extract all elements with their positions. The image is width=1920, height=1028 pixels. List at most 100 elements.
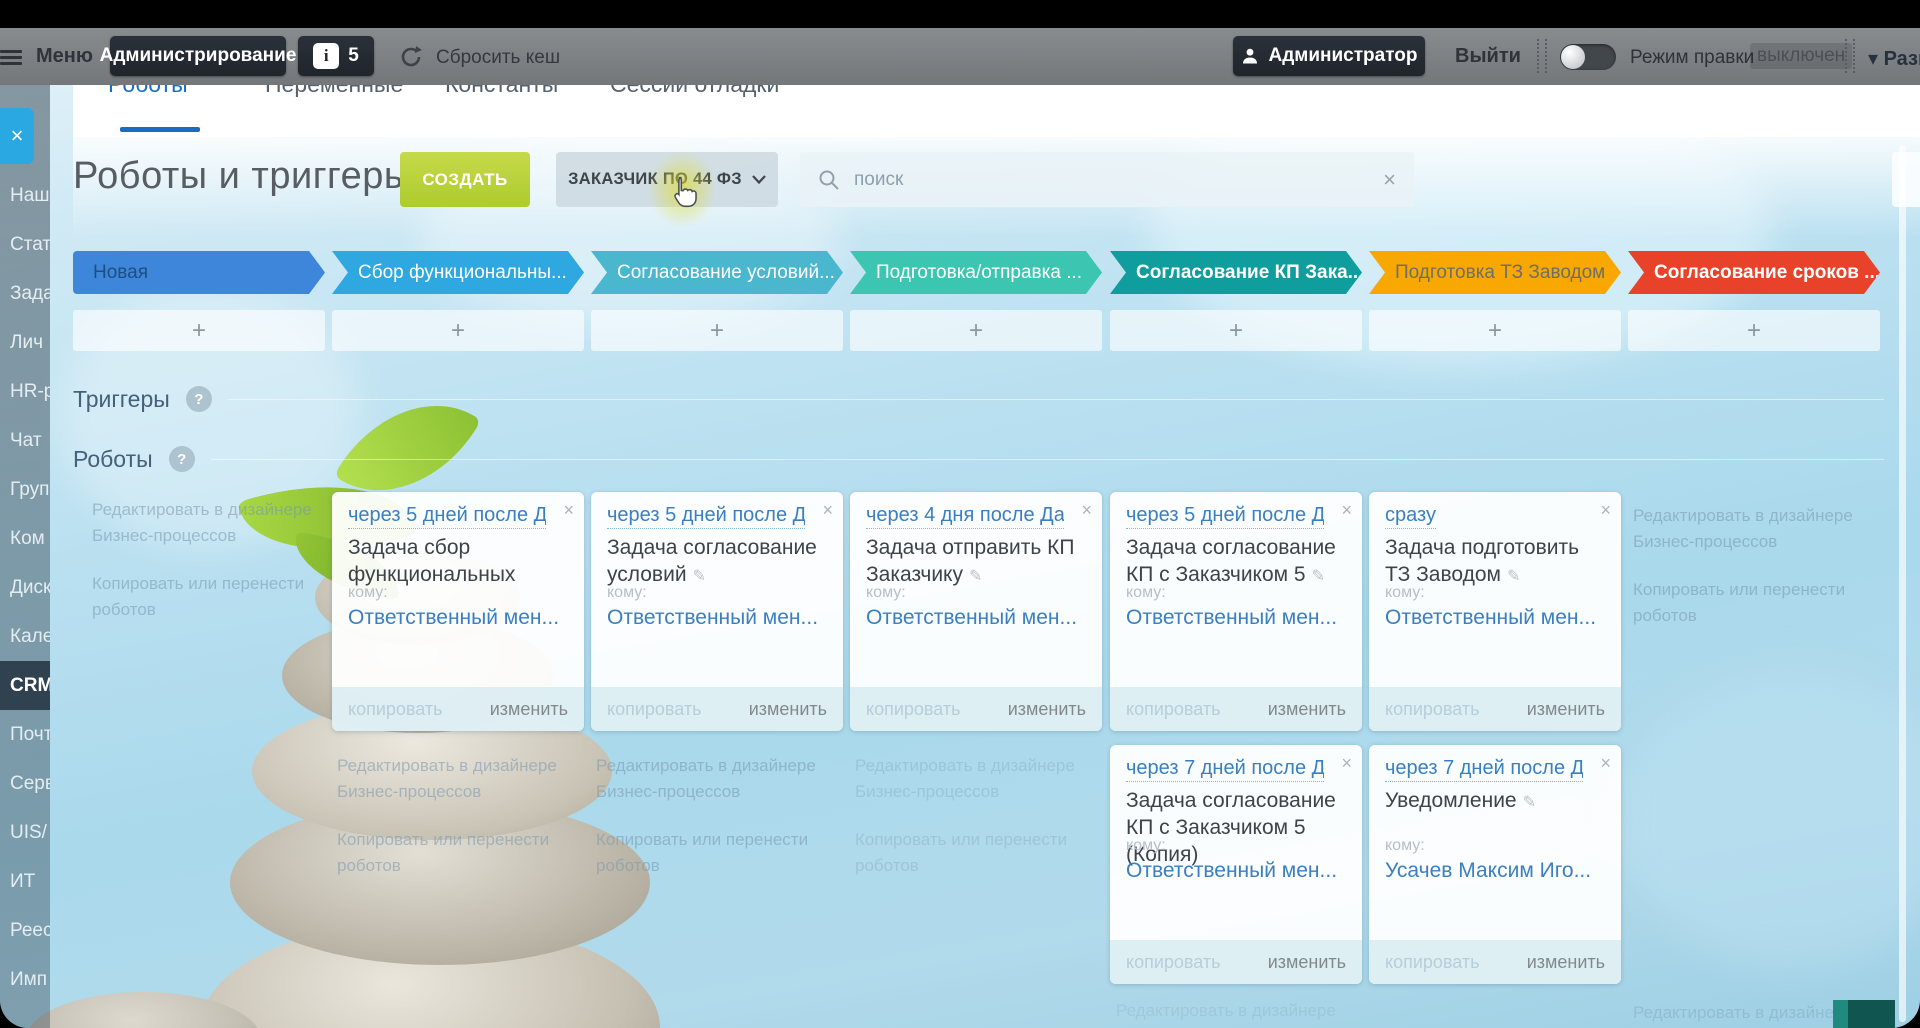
copy-move-robots-link[interactable]: роботов: [596, 853, 836, 879]
copy-move-robots-link[interactable]: роботов: [855, 853, 1095, 879]
edit-robot-button[interactable]: изменить: [1008, 699, 1086, 720]
robot-timing-link[interactable]: через 5 дней после Д...: [607, 504, 805, 529]
edit-robot-button[interactable]: изменить: [1527, 952, 1605, 973]
sidebar-item[interactable]: ИТ: [0, 857, 50, 906]
robot-timing-link[interactable]: через 4 дня после Дат...: [866, 504, 1064, 529]
assignee-link[interactable]: Ответственный мен...: [1126, 859, 1337, 883]
clear-search-icon[interactable]: ×: [1383, 167, 1396, 193]
sidebar-item[interactable]: Лич: [0, 318, 50, 367]
edit-in-designer-link[interactable]: Редактировать в дизайнере: [92, 497, 332, 523]
assignee-link[interactable]: Ответственный мен...: [348, 606, 559, 630]
stage-chip[interactable]: Новая: [73, 251, 325, 294]
add-robot-button[interactable]: +: [1369, 310, 1621, 351]
help-icon[interactable]: ?: [169, 446, 195, 472]
close-icon[interactable]: ×: [563, 500, 574, 521]
add-robot-button[interactable]: +: [1110, 310, 1362, 351]
help-icon[interactable]: ?: [186, 386, 212, 412]
menu-hamburger-icon[interactable]: [0, 50, 22, 64]
edit-mode-toggle[interactable]: [1560, 44, 1616, 70]
current-user-button[interactable]: Администратор: [1233, 36, 1425, 76]
close-icon[interactable]: ×: [1600, 500, 1611, 521]
sidebar-item[interactable]: Наш: [0, 171, 50, 220]
edit-robot-button[interactable]: изменить: [1268, 699, 1346, 720]
notifications-button[interactable]: i 5: [298, 36, 374, 76]
stage-chip[interactable]: Согласование условий...: [591, 251, 843, 294]
copy-robot-button[interactable]: копировать: [1385, 952, 1480, 973]
vertical-scrollbar[interactable]: [1899, 145, 1906, 1022]
sidebar-item-crm[interactable]: CRM: [0, 661, 50, 710]
edit-robot-button[interactable]: изменить: [1527, 699, 1605, 720]
copy-robot-button[interactable]: копировать: [607, 699, 702, 720]
close-icon[interactable]: ×: [1341, 753, 1352, 774]
robot-timing-link[interactable]: через 5 дней после Д...: [348, 504, 546, 529]
edit-in-designer-link[interactable]: Бизнес-процессов: [92, 523, 332, 549]
close-icon[interactable]: ×: [1341, 500, 1352, 521]
add-robot-button[interactable]: +: [1628, 310, 1880, 351]
edit-in-designer-link[interactable]: Бизнес-процессов: [337, 779, 577, 805]
stage-chip[interactable]: Согласование сроков ...: [1628, 251, 1880, 294]
sidebar-item[interactable]: HR-р: [0, 367, 50, 416]
administration-button[interactable]: Администрирование: [110, 36, 286, 76]
stage-chip[interactable]: Подготовка/отправка ...: [850, 251, 1102, 294]
stage-chip[interactable]: Сбор функциональны...: [332, 251, 584, 294]
reset-cache-button[interactable]: Сбросить кеш: [436, 47, 560, 69]
assignee-link[interactable]: Ответственный мен...: [1126, 606, 1337, 630]
stage-chip[interactable]: Подготовка ТЗ Заводом: [1369, 251, 1621, 294]
copy-robot-button[interactable]: копировать: [348, 699, 443, 720]
edit-pencil-icon[interactable]: ✎: [1507, 568, 1520, 585]
add-robot-button[interactable]: +: [591, 310, 843, 351]
robot-timing-link[interactable]: через 7 дней после Д...: [1126, 757, 1324, 782]
edit-in-designer-link[interactable]: Редактировать в дизайнере: [855, 753, 1095, 779]
sidebar-item[interactable]: Зада: [0, 269, 50, 318]
edit-pencil-icon[interactable]: ✎: [693, 568, 706, 585]
sidebar-item[interactable]: Стат: [0, 220, 50, 269]
robot-timing-link[interactable]: через 5 дней после Д...: [1126, 504, 1324, 529]
edit-robot-button[interactable]: изменить: [749, 699, 827, 720]
copy-robot-button[interactable]: копировать: [866, 699, 961, 720]
edit-in-designer-link[interactable]: Бизнес-процессов: [855, 779, 1095, 805]
robot-timing-link[interactable]: через 7 дней после Д...: [1385, 757, 1583, 782]
edit-robot-button[interactable]: изменить: [490, 699, 568, 720]
assignee-link[interactable]: Усачев Максим Иго...: [1385, 859, 1591, 883]
copy-move-robots-link[interactable]: Копировать или перенести: [92, 571, 332, 597]
copy-move-robots-link[interactable]: Копировать или перенести: [1633, 577, 1873, 603]
menu-button[interactable]: Меню: [36, 45, 93, 68]
copy-robot-button[interactable]: копировать: [1126, 952, 1221, 973]
sidebar-item[interactable]: Почт: [0, 710, 50, 759]
close-icon[interactable]: ×: [822, 500, 833, 521]
sidebar-item[interactable]: Серв: [0, 759, 50, 808]
edit-in-designer-link[interactable]: Бизнес-процессов: [1633, 529, 1873, 555]
edit-robot-button[interactable]: изменить: [1268, 952, 1346, 973]
add-robot-button[interactable]: +: [850, 310, 1102, 351]
sidebar-item[interactable]: Имп: [0, 955, 50, 1004]
sidebar-item[interactable]: Чат: [0, 416, 50, 465]
copy-move-robots-link[interactable]: роботов: [337, 853, 577, 879]
copy-robot-button[interactable]: копировать: [1126, 699, 1221, 720]
sidebar-close-button[interactable]: ×: [0, 108, 34, 164]
edit-pencil-icon[interactable]: ✎: [1523, 794, 1536, 811]
stage-chip[interactable]: Согласование КП Зака...: [1110, 251, 1362, 294]
add-robot-button[interactable]: +: [332, 310, 584, 351]
copy-move-robots-link[interactable]: Копировать или перенести: [596, 827, 836, 853]
edit-pencil-icon[interactable]: ✎: [969, 568, 982, 585]
edit-pencil-icon[interactable]: ✎: [1312, 568, 1325, 585]
search-input[interactable]: [852, 168, 1383, 192]
copy-move-robots-link[interactable]: Копировать или перенести: [855, 827, 1095, 853]
logout-button[interactable]: Выйти: [1455, 45, 1521, 68]
copy-move-robots-link[interactable]: Копировать или перенести: [337, 827, 577, 853]
assignee-link[interactable]: Ответственный мен...: [1385, 606, 1596, 630]
close-icon[interactable]: ×: [1600, 753, 1611, 774]
sidebar-item[interactable]: Реес: [0, 906, 50, 955]
add-robot-button[interactable]: +: [73, 310, 325, 351]
assignee-link[interactable]: Ответственный мен...: [866, 606, 1077, 630]
sidebar-item[interactable]: Груп: [0, 465, 50, 514]
edit-in-designer-link[interactable]: Бизнес-процессов: [596, 779, 836, 805]
edit-in-designer-link[interactable]: Редактировать в дизайнере: [1633, 503, 1873, 529]
sidebar-item[interactable]: Диск: [0, 563, 50, 612]
edit-in-designer-link[interactable]: Редактировать в дизайнере: [596, 753, 836, 779]
assignee-link[interactable]: Ответственный мен...: [607, 606, 818, 630]
edit-in-designer-link[interactable]: Редактировать в дизайнере: [1116, 998, 1356, 1024]
sidebar-item[interactable]: Ком: [0, 514, 50, 563]
expand-button[interactable]: ▾ Развер: [1868, 46, 1920, 71]
edit-in-designer-link[interactable]: Редактировать в дизайнере: [337, 753, 577, 779]
